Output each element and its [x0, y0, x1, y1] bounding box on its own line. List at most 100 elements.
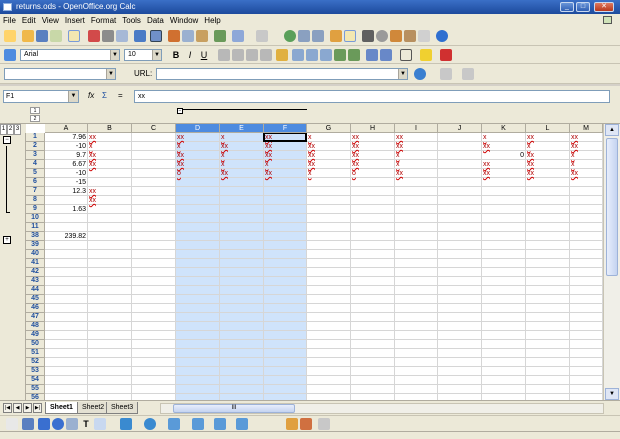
standard-format-icon[interactable] [320, 49, 332, 61]
cell-b2[interactable]: x [88, 142, 132, 151]
from-file-icon[interactable] [286, 418, 298, 430]
select-all-corner[interactable]: 123 [0, 124, 26, 135]
row-header-44[interactable]: 44 [26, 286, 45, 295]
row-header-40[interactable]: 40 [26, 250, 45, 259]
row-header-4[interactable]: 4 [26, 160, 45, 169]
cell-h3[interactable]: xx [351, 151, 395, 160]
row-header-5[interactable]: 5 [26, 169, 45, 178]
merge-cells-icon[interactable] [276, 49, 288, 61]
collapse-row-group-button[interactable]: − [3, 136, 11, 144]
cell-e3[interactable]: x [220, 151, 264, 160]
cell-a4[interactable]: 6.67 [45, 160, 88, 169]
open-icon[interactable] [22, 30, 34, 42]
row-header-51[interactable]: 51 [26, 349, 45, 358]
styles-formatting-icon[interactable] [4, 49, 16, 61]
find-replace-icon[interactable] [362, 30, 374, 42]
italic-button[interactable]: I [184, 49, 196, 61]
email-icon[interactable] [50, 30, 62, 42]
row-header-50[interactable]: 50 [26, 340, 45, 349]
callout-icon[interactable] [94, 418, 106, 430]
cell-b7[interactable]: xx [88, 187, 132, 196]
previous-sheet-icon[interactable]: ◀ [13, 403, 22, 413]
row-header-54[interactable]: 54 [26, 376, 45, 385]
chevron-down-icon[interactable]: ▼ [110, 50, 119, 60]
sheet-tab-sheet1[interactable]: Sheet1 [45, 402, 78, 414]
cell-a6[interactable]: -15 [45, 178, 88, 187]
fontwork-icon[interactable] [300, 418, 312, 430]
data-sources-icon[interactable] [404, 30, 416, 42]
chevron-down-icon[interactable]: ▼ [398, 69, 407, 79]
row-header-41[interactable]: 41 [26, 259, 45, 268]
row-header-52[interactable]: 52 [26, 358, 45, 367]
block-arrows-icon[interactable] [168, 418, 180, 430]
autospellcheck-icon[interactable] [150, 30, 162, 42]
row-header-3[interactable]: 3 [26, 151, 45, 160]
horizontal-scroll-thumb[interactable]: III [173, 404, 295, 413]
row-header-11[interactable]: 11 [26, 223, 45, 232]
vertical-scrollbar[interactable]: ▲ ▼ [603, 124, 620, 400]
cell-b3[interactable]: xx [88, 151, 132, 160]
justify-icon[interactable] [260, 49, 272, 61]
menu-help[interactable]: Help [201, 14, 223, 26]
hyperlink-target-icon[interactable] [414, 68, 426, 80]
cell-a2[interactable]: -10 [45, 142, 88, 151]
show-draw-functions-icon[interactable] [344, 30, 356, 42]
column-header-d[interactable]: D [176, 124, 220, 133]
cell-e5[interactable]: xx [220, 169, 264, 178]
link-text-box[interactable]: ▼ [4, 68, 116, 80]
row-header-1[interactable]: 1 [26, 133, 45, 142]
cell-m1[interactable]: xx [570, 133, 603, 142]
sum-icon[interactable]: Σ [102, 91, 107, 100]
cell-h5[interactable]: o [351, 169, 395, 178]
close-document-icon[interactable] [603, 16, 612, 24]
close-button[interactable]: ✕ [594, 2, 614, 12]
row-header-45[interactable]: 45 [26, 295, 45, 304]
cell-a1[interactable]: 7.96 [45, 133, 88, 142]
row-header-8[interactable]: 8 [26, 196, 45, 205]
bold-button[interactable]: B [170, 49, 182, 61]
font-color-icon[interactable] [440, 49, 452, 61]
column-header-e[interactable]: E [220, 124, 264, 133]
row-header-49[interactable]: 49 [26, 331, 45, 340]
font-name-box[interactable]: Arial ▼ [20, 49, 120, 61]
ellipse-icon[interactable] [52, 418, 64, 430]
minimize-button[interactable]: _ [560, 2, 574, 12]
link-icon[interactable] [440, 68, 452, 80]
cell-m2[interactable]: xx [570, 142, 603, 151]
row-header-38[interactable]: 38 [26, 232, 45, 241]
rectangle-icon[interactable] [38, 418, 50, 430]
page-preview-icon[interactable] [116, 30, 128, 42]
percent-format-icon[interactable] [306, 49, 318, 61]
cell-f3[interactable]: xx [264, 151, 307, 160]
column-header-f[interactable]: F [264, 124, 307, 133]
row-header-47[interactable]: 47 [26, 313, 45, 322]
text-icon[interactable]: T [80, 418, 92, 430]
cell-l5[interactable]: xx [526, 169, 570, 178]
row-header-48[interactable]: 48 [26, 322, 45, 331]
find-link-icon[interactable] [462, 68, 474, 80]
row-header-9[interactable]: 9 [26, 205, 45, 214]
cut-icon[interactable] [168, 30, 180, 42]
cell-d4[interactable]: xx [176, 160, 220, 169]
collapse-group-button[interactable]: − [177, 108, 183, 114]
formula-input[interactable]: xx [134, 90, 610, 103]
chevron-down-icon[interactable]: ▼ [106, 69, 115, 79]
vertical-scroll-thumb[interactable] [606, 138, 618, 276]
menu-tools[interactable]: Tools [119, 14, 144, 26]
cell-b4[interactable]: xx [88, 160, 132, 169]
cell-a38[interactable]: 239.82 [45, 232, 88, 241]
cell-k2[interactable]: xx [482, 142, 526, 151]
delete-decimal-icon[interactable] [348, 49, 360, 61]
decrease-indent-icon[interactable] [366, 49, 378, 61]
cell-h4[interactable]: xx [351, 160, 395, 169]
background-color-icon[interactable] [420, 49, 432, 61]
borders-icon[interactable] [400, 49, 412, 61]
align-left-icon[interactable] [218, 49, 230, 61]
edit-file-icon[interactable] [68, 30, 80, 42]
menu-window[interactable]: Window [167, 14, 201, 26]
redo-icon[interactable] [256, 30, 268, 42]
sort-ascending-icon[interactable] [298, 30, 310, 42]
column-header-l[interactable]: L [526, 124, 570, 133]
row-header-7[interactable]: 7 [26, 187, 45, 196]
cell-f4[interactable]: x [264, 160, 307, 169]
